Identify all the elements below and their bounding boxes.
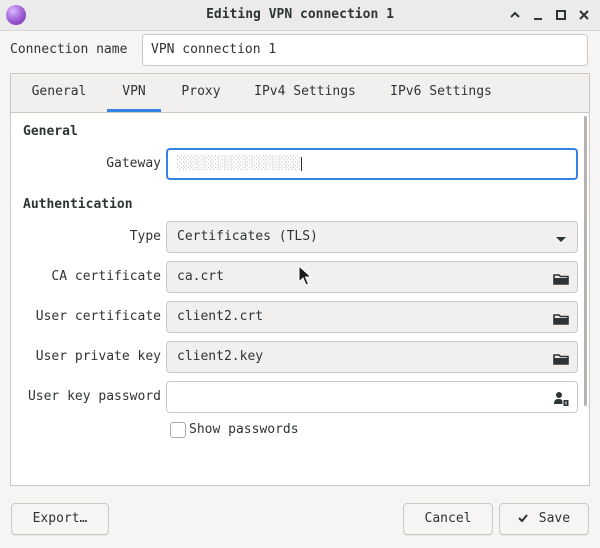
dropdown-arrow-icon bbox=[553, 229, 569, 245]
export-button[interactable]: Export… bbox=[11, 503, 109, 535]
user-certificate-value: client2.crt bbox=[177, 309, 264, 324]
gateway-input[interactable]: ░░░░░░░░░░░░░░░░░░ bbox=[166, 148, 578, 180]
user-key-password-label: User key password bbox=[27, 389, 161, 404]
folder-icon[interactable] bbox=[553, 269, 569, 285]
connection-name-input[interactable]: VPN connection 1 bbox=[142, 34, 588, 66]
cancel-button[interactable]: Cancel bbox=[403, 503, 493, 535]
maximize-icon[interactable] bbox=[551, 5, 571, 25]
type-label: Type bbox=[129, 229, 161, 244]
show-passwords-checkbox[interactable] bbox=[170, 422, 186, 438]
folder-icon[interactable] bbox=[553, 309, 569, 325]
ca-certificate-label: CA certificate bbox=[51, 269, 161, 284]
close-icon[interactable] bbox=[574, 5, 594, 25]
scrollbar[interactable] bbox=[584, 116, 587, 406]
tab-bar: General VPN Proxy IPv4 Settings IPv6 Set… bbox=[11, 74, 589, 113]
tab-ipv6-settings[interactable]: IPv6 Settings bbox=[379, 74, 503, 112]
tab-general[interactable]: General bbox=[21, 74, 97, 112]
user-private-key-label: User private key bbox=[35, 349, 161, 364]
ca-certificate-chooser[interactable]: ca.crt bbox=[166, 261, 578, 293]
tab-ipv4-settings[interactable]: IPv4 Settings bbox=[243, 74, 367, 112]
gateway-value: ░░░░░░░░░░░░░░░░░░ bbox=[177, 156, 301, 171]
gateway-label: Gateway bbox=[106, 156, 161, 171]
type-value: Certificates (TLS) bbox=[177, 229, 318, 244]
mouse-pointer-icon bbox=[298, 264, 313, 291]
user-certificate-label: User certificate bbox=[35, 309, 161, 324]
password-storage-icon[interactable] bbox=[553, 389, 569, 406]
general-section-title: General bbox=[23, 124, 78, 139]
connection-name-label: Connection name bbox=[10, 42, 128, 57]
type-dropdown[interactable]: Certificates (TLS) bbox=[166, 221, 578, 253]
user-certificate-chooser[interactable]: client2.crt bbox=[166, 301, 578, 333]
show-passwords-label[interactable]: Show passwords bbox=[189, 422, 299, 437]
checkmark-icon bbox=[518, 511, 539, 526]
ca-certificate-value: ca.crt bbox=[177, 269, 224, 284]
folder-icon[interactable] bbox=[553, 349, 569, 365]
text-caret bbox=[300, 156, 302, 171]
tab-proxy[interactable]: Proxy bbox=[171, 74, 231, 112]
save-button[interactable]: Save bbox=[499, 503, 589, 535]
tab-vpn[interactable]: VPN bbox=[107, 74, 161, 112]
save-label: Save bbox=[538, 511, 571, 526]
chevron-up-icon[interactable] bbox=[505, 5, 525, 25]
user-key-password-input[interactable] bbox=[166, 381, 578, 413]
minimize-icon[interactable] bbox=[528, 5, 548, 25]
user-private-key-chooser[interactable]: client2.key bbox=[166, 341, 578, 373]
user-private-key-value: client2.key bbox=[177, 349, 264, 364]
authentication-section-title: Authentication bbox=[23, 197, 133, 212]
title-bar: Editing VPN connection 1 bbox=[0, 0, 600, 31]
